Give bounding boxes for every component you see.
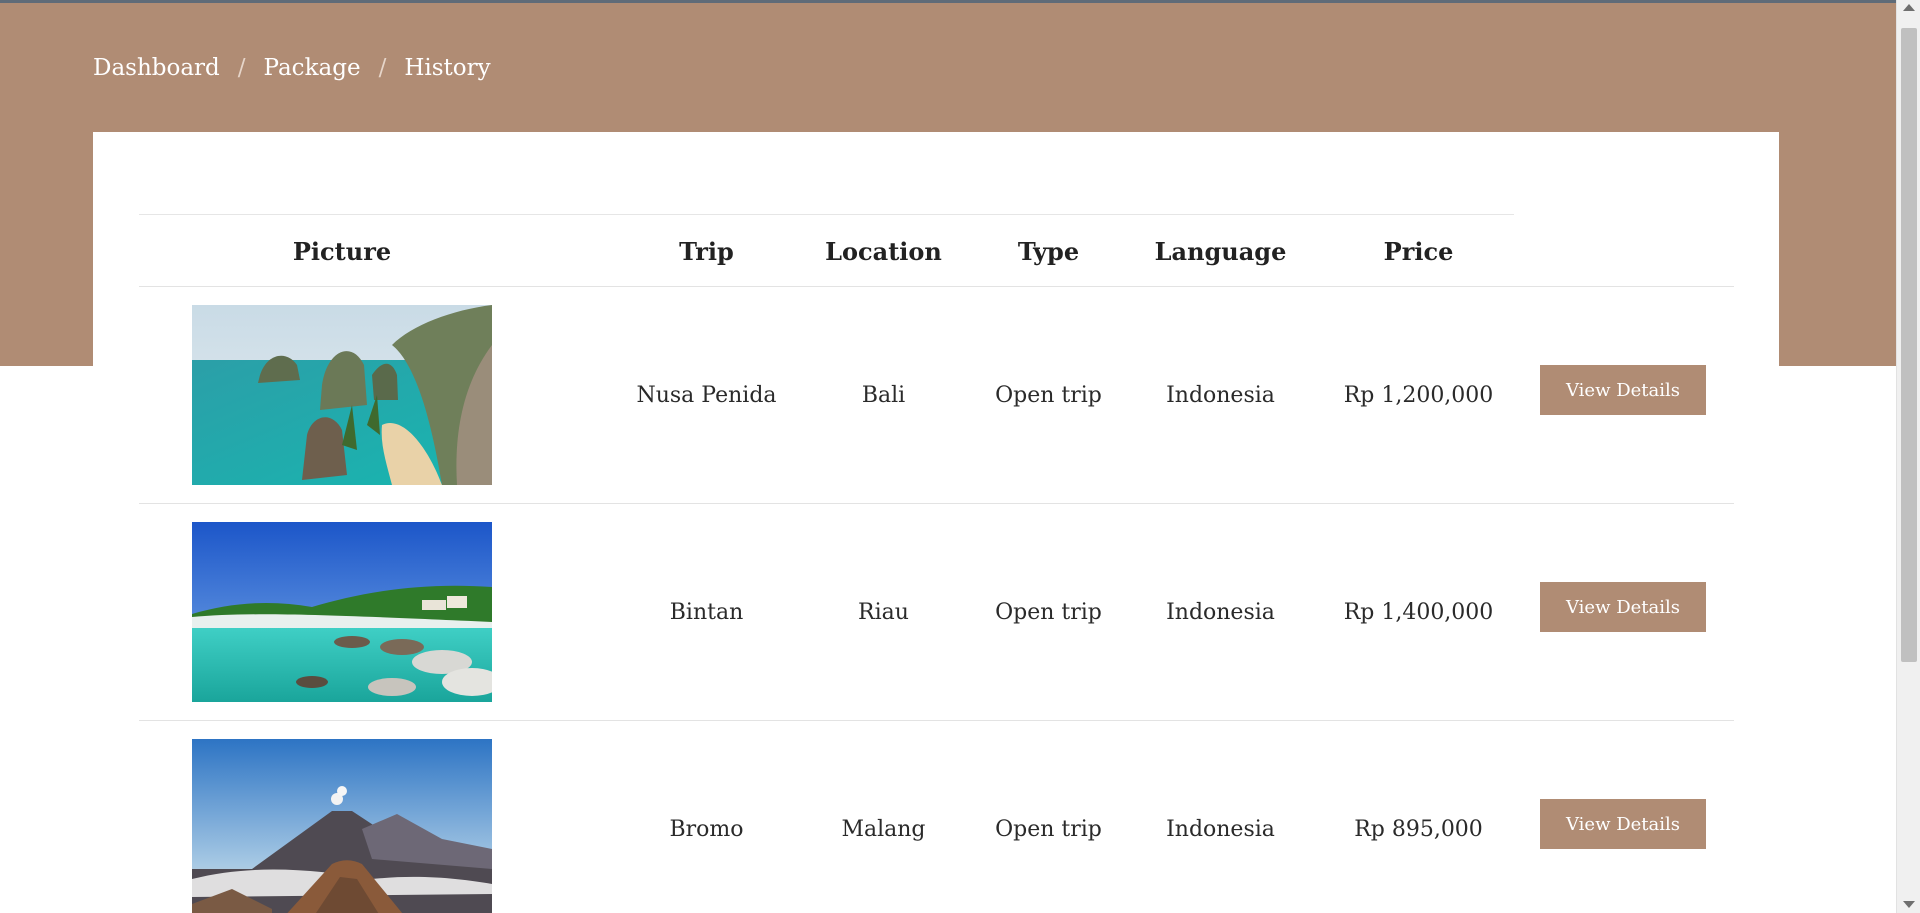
header-price: Price xyxy=(1383,236,1454,266)
view-details-button[interactable]: View Details xyxy=(1540,365,1706,415)
view-details-button[interactable]: View Details xyxy=(1540,799,1706,849)
breadcrumb-history: History xyxy=(404,55,491,81)
table-row: Bromo Malang Open trip Indonesia Rp 895,… xyxy=(139,721,1734,913)
breadcrumb-separator: / xyxy=(378,55,387,81)
trip-type: Open trip xyxy=(995,817,1102,842)
trip-type: Open trip xyxy=(995,600,1102,625)
trip-name: Bintan xyxy=(669,600,744,625)
trip-name: Nusa Penida xyxy=(636,383,777,408)
trip-price: Rp 1,200,000 xyxy=(1343,383,1494,408)
trip-language: Indonesia xyxy=(1166,600,1275,625)
table-header-row: Picture Trip Location Type Language Pric… xyxy=(139,215,1734,287)
trip-picture-nusa-penida xyxy=(192,305,492,485)
trip-name: Bromo xyxy=(669,817,744,842)
scroll-down-arrow-icon[interactable] xyxy=(1903,901,1915,908)
trip-price: Rp 895,000 xyxy=(1354,817,1483,842)
breadcrumb-package[interactable]: Package xyxy=(264,55,361,81)
breadcrumb-separator: / xyxy=(237,55,246,81)
header-picture: Picture xyxy=(292,236,392,266)
table-row: Bintan Riau Open trip Indonesia Rp 1,400… xyxy=(139,504,1734,721)
trip-picture-bintan xyxy=(192,522,492,702)
trip-picture-bromo xyxy=(192,739,492,913)
header-location: Location xyxy=(825,236,942,266)
trip-location: Riau xyxy=(858,600,909,625)
header-type: Type xyxy=(1017,236,1080,266)
trip-price: Rp 1,400,000 xyxy=(1343,600,1494,625)
scroll-up-arrow-icon[interactable] xyxy=(1903,4,1915,11)
view-details-button[interactable]: View Details xyxy=(1540,582,1706,632)
trip-location: Bali xyxy=(861,383,906,408)
history-card: Picture Trip Location Type Language Pric… xyxy=(93,132,1779,913)
table-row: Nusa Penida Bali Open trip Indonesia Rp … xyxy=(139,287,1734,504)
header-trip: Trip xyxy=(679,236,734,266)
trip-location: Malang xyxy=(841,817,926,842)
scrollbar-thumb[interactable] xyxy=(1901,28,1917,662)
trip-type: Open trip xyxy=(995,383,1102,408)
trip-language: Indonesia xyxy=(1166,383,1275,408)
header-language: Language xyxy=(1154,236,1287,266)
breadcrumb-dashboard[interactable]: Dashboard xyxy=(93,55,220,81)
breadcrumb: Dashboard / Package / History xyxy=(93,55,491,81)
trip-language: Indonesia xyxy=(1166,817,1275,842)
vertical-scrollbar[interactable] xyxy=(1896,0,1920,913)
